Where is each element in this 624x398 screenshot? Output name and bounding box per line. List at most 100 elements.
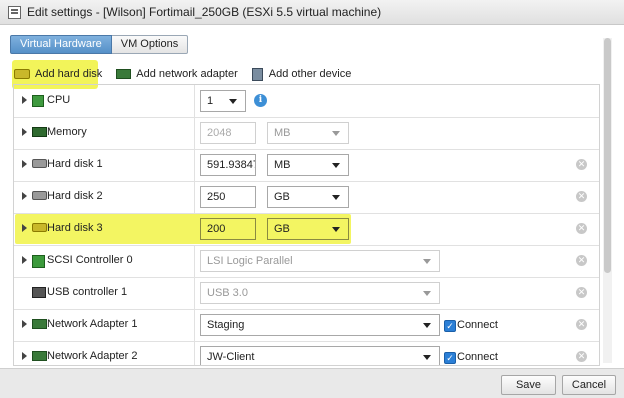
chevron-down-icon — [423, 323, 431, 328]
remove-device-icon[interactable]: ✕ — [576, 159, 587, 170]
cpu-icon — [32, 95, 44, 107]
remove-device-icon[interactable]: ✕ — [576, 255, 587, 266]
remove-device-icon[interactable]: ✕ — [576, 351, 587, 362]
connect-checkbox-2[interactable]: ✓ — [444, 352, 456, 364]
remove-device-icon[interactable]: ✕ — [576, 287, 587, 298]
hard-disk-1-size-field[interactable]: 591.938476 — [200, 154, 256, 176]
memory-size-field[interactable]: 2048 — [200, 122, 256, 144]
row-scsi-controller: SCSI Controller 0 LSI Logic Parallel ✕ — [14, 245, 599, 278]
hard-disk-icon — [32, 191, 47, 200]
row-hard-disk-3: Hard disk 3 200 GB ✕ — [14, 213, 599, 246]
expand-arrow-icon[interactable] — [22, 128, 27, 136]
expand-arrow-icon[interactable] — [22, 320, 27, 328]
hard-disk-3-size-field[interactable]: 200 — [200, 218, 256, 240]
network-adapter-2-label: Network Adapter 2 — [47, 350, 138, 362]
memory-label: Memory — [47, 126, 87, 138]
settings-window-icon — [8, 5, 21, 19]
tab-virtual-hardware[interactable]: Virtual Hardware — [10, 35, 112, 54]
hard-disk-3-label: Hard disk 3 — [47, 222, 103, 234]
expand-arrow-icon[interactable] — [22, 160, 27, 168]
usb-controller-label: USB controller 1 — [47, 286, 128, 298]
expand-arrow-icon[interactable] — [22, 352, 27, 360]
usb-controller-icon — [32, 287, 46, 298]
add-network-adapter-label: Add network adapter — [136, 68, 238, 80]
add-other-device-button[interactable]: Add other device — [251, 67, 352, 81]
scsi-controller-icon — [32, 255, 45, 268]
hard-disk-icon — [14, 69, 30, 79]
cpu-count-value: 1 — [207, 95, 214, 107]
chevron-down-icon — [423, 259, 431, 264]
network-2-select[interactable]: JW-Client — [200, 346, 440, 365]
add-network-adapter-button[interactable]: Add network adapter — [116, 68, 238, 80]
add-other-device-label: Add other device — [268, 68, 352, 80]
connect-label-2: Connect — [457, 351, 498, 363]
chevron-down-icon — [332, 195, 340, 200]
hardware-table: CPU 1 i Memory 2048 MB Hard disk 1 591.9… — [13, 84, 600, 366]
remove-device-icon[interactable]: ✕ — [576, 191, 587, 202]
memory-unit-value: MB — [274, 127, 291, 139]
usb-type-value: USB 3.0 — [207, 287, 248, 299]
tab-vm-options[interactable]: VM Options — [111, 35, 189, 54]
network-1-select[interactable]: Staging — [200, 314, 440, 336]
network-adapter-icon — [32, 319, 47, 329]
expand-arrow-icon[interactable] — [22, 256, 27, 264]
network-adapter-icon — [32, 351, 47, 361]
row-memory: Memory 2048 MB — [14, 117, 599, 150]
device-toolbar: Add hard disk Add network adapter Add ot… — [14, 62, 365, 86]
chevron-down-icon — [423, 291, 431, 296]
memory-unit-select[interactable]: MB — [267, 122, 349, 144]
scsi-type-value: LSI Logic Parallel — [207, 255, 293, 267]
memory-icon — [32, 127, 47, 137]
scsi-type-select[interactable]: LSI Logic Parallel — [200, 250, 440, 272]
vertical-scrollbar[interactable] — [603, 38, 612, 363]
hard-disk-icon — [32, 159, 47, 168]
hard-disk-1-label: Hard disk 1 — [47, 158, 103, 170]
hard-disk-2-unit-value: GB — [274, 191, 290, 203]
row-network-adapter-2: Network Adapter 2 JW-Client ✓ Connect ✕ — [14, 341, 599, 365]
hard-disk-1-unit-select[interactable]: MB — [267, 154, 349, 176]
expand-arrow-icon[interactable] — [22, 96, 27, 104]
row-cpu: CPU 1 i — [14, 85, 599, 118]
chevron-down-icon — [332, 227, 340, 232]
hard-disk-3-unit-select[interactable]: GB — [267, 218, 349, 240]
chevron-down-icon — [229, 99, 237, 104]
row-hard-disk-2: Hard disk 2 250 GB ✕ — [14, 181, 599, 214]
add-hard-disk-button[interactable]: Add hard disk — [14, 68, 102, 80]
remove-device-icon[interactable]: ✕ — [576, 319, 587, 330]
info-icon[interactable]: i — [254, 94, 267, 107]
hard-disk-2-size-field[interactable]: 250 — [200, 186, 256, 208]
hard-disk-icon — [32, 223, 47, 232]
other-device-icon — [251, 67, 263, 81]
cpu-count-select[interactable]: 1 — [200, 90, 246, 112]
remove-device-icon[interactable]: ✕ — [576, 223, 587, 234]
row-network-adapter-1: Network Adapter 1 Staging ✓ Connect ✕ — [14, 309, 599, 342]
hard-disk-1-unit-value: MB — [274, 159, 291, 171]
usb-type-select[interactable]: USB 3.0 — [200, 282, 440, 304]
hard-disk-2-unit-select[interactable]: GB — [267, 186, 349, 208]
add-hard-disk-label: Add hard disk — [35, 68, 103, 80]
row-hard-disk-1: Hard disk 1 591.938476 MB ✕ — [14, 149, 599, 182]
scrollbar-thumb[interactable] — [604, 38, 611, 273]
connect-label-1: Connect — [457, 319, 498, 331]
cancel-button[interactable]: Cancel — [562, 375, 616, 395]
network-adapter-1-label: Network Adapter 1 — [47, 318, 138, 330]
expand-arrow-icon[interactable] — [22, 224, 27, 232]
chevron-down-icon — [423, 355, 431, 360]
dialog-footer: Save Cancel — [0, 368, 624, 398]
hard-disk-2-label: Hard disk 2 — [47, 190, 103, 202]
network-1-value: Staging — [207, 319, 245, 331]
save-button[interactable]: Save — [501, 375, 556, 395]
chevron-down-icon — [332, 163, 340, 168]
row-usb-controller: USB controller 1 USB 3.0 ✕ — [14, 277, 599, 310]
network-2-value: JW-Client — [207, 351, 255, 363]
network-adapter-icon — [116, 69, 132, 79]
scsi-controller-label: SCSI Controller 0 — [47, 254, 133, 266]
expand-arrow-icon[interactable] — [22, 192, 27, 200]
tab-bar: Virtual Hardware VM Options — [10, 35, 189, 54]
hard-disk-3-unit-value: GB — [274, 223, 290, 235]
chevron-down-icon — [332, 131, 340, 136]
title-bar: Edit settings - [Wilson] Fortimail_250GB… — [0, 0, 624, 25]
connect-checkbox-1[interactable]: ✓ — [444, 320, 456, 332]
cpu-label: CPU — [47, 94, 71, 106]
window-title: Edit settings - [Wilson] Fortimail_250GB… — [27, 5, 382, 19]
